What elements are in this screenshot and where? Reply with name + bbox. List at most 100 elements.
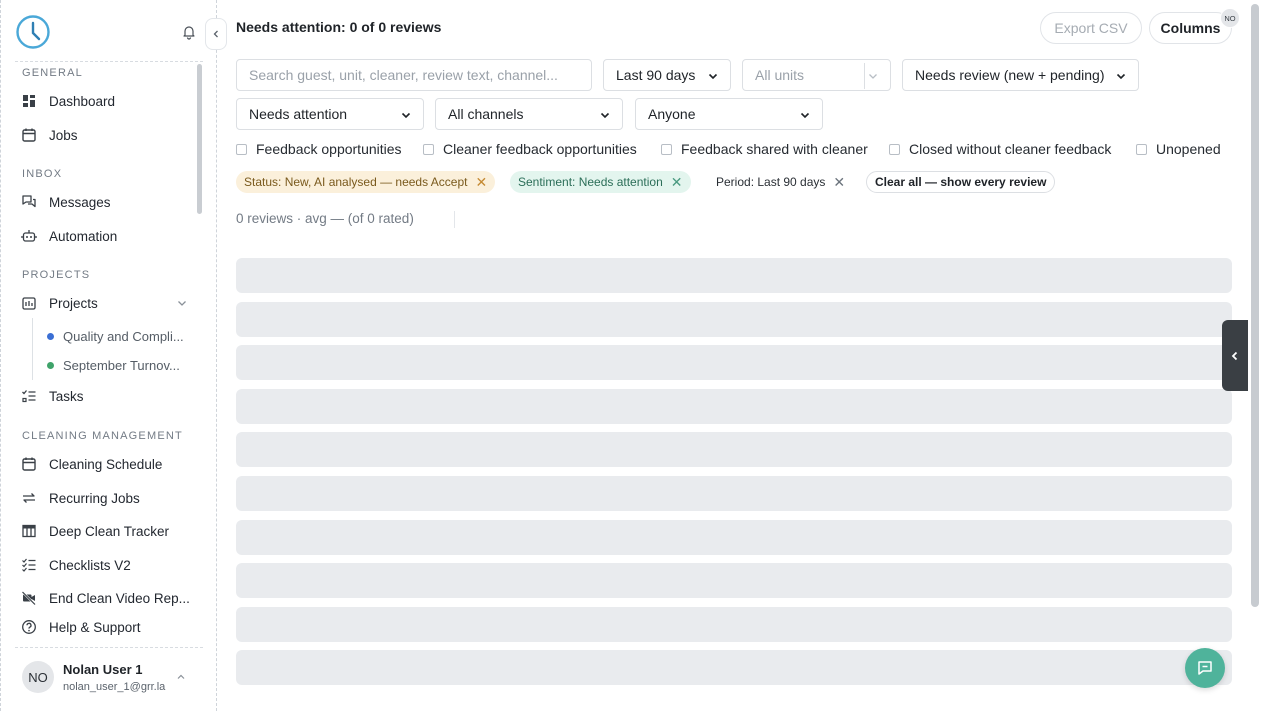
chevron-down-icon [800,112,810,119]
user-menu[interactable]: NO Nolan User 1 nolan_user_1@grr.la [15,647,203,705]
status-select[interactable]: Needs review (new + pending) [902,59,1139,91]
project-item-september[interactable]: September Turnov... [47,355,180,375]
skeleton-row [236,301,1232,337]
project-color-dot [47,361,54,369]
sidebar-item-label: End Clean Video Rep... [49,590,190,606]
sidebar-item-label: Messages [49,194,111,210]
channels-value: All channels [448,106,524,122]
user-name: Nolan User 1 [63,662,143,677]
checkbox[interactable] [661,143,672,155]
checkbox-unopened[interactable]: Unopened [1136,141,1221,157]
channels-select[interactable]: All channels [435,98,623,130]
sidebar-item-dashboard[interactable]: Dashboard [21,90,115,112]
sidebar-item-deep-clean-tracker[interactable]: Deep Clean Tracker [21,520,169,542]
collapse-sidebar-button[interactable] [205,18,227,50]
sidebar-item-label: Help & Support [49,619,141,635]
user-email: nolan_user_1@grr.la [63,681,166,693]
checkbox[interactable] [423,143,434,155]
chat-button[interactable] [1185,648,1225,688]
skeleton-row [236,650,1232,686]
skeleton-row [236,563,1232,599]
skeleton-row [236,258,1232,293]
checkbox-cleaner-feedback-opportunities[interactable]: Cleaner feedback opportunities [423,141,637,157]
clock-logo-icon[interactable] [15,14,51,50]
checkbox-feedback-shared[interactable]: Feedback shared with cleaner [661,141,868,157]
skeleton-row [236,345,1232,381]
units-select[interactable]: All units [742,59,891,91]
units-placeholder: All units [755,67,805,83]
sidebar-item-messages[interactable]: Messages [21,191,111,213]
chevron-down-icon [401,112,411,119]
sidebar-item-cleaning-schedule[interactable]: Cleaning Schedule [21,453,162,475]
checkbox-closed-without-feedback[interactable]: Closed without cleaner feedback [889,141,1111,157]
sidebar-item-recurring-jobs[interactable]: Recurring Jobs [21,487,140,509]
sidebar-item-checklists-v2[interactable]: Checklists V2 [21,554,131,576]
sidebar-item-tasks[interactable]: Tasks [21,385,84,407]
checkbox-feedback-opportunities[interactable]: Feedback opportunities [236,141,402,157]
checkbox-label: Feedback opportunities [256,141,402,157]
export-csv-button[interactable]: Export CSV [1040,12,1142,44]
avatar: NO [22,661,54,693]
close-icon[interactable]: ✕ [833,175,845,189]
robot-icon [21,230,37,242]
sidebar-item-help-support[interactable]: Help & Support [21,616,141,638]
chip-label: Sentiment: Needs attention [518,175,663,189]
sidebar-item-label: Cleaning Schedule [49,456,163,472]
search-placeholder: Search guest, unit, cleaner, review text… [249,67,558,83]
checkbox-label: Cleaner feedback opportunities [443,141,637,157]
section-cleaning: CLEANING MANAGEMENT [22,430,183,442]
skeleton-row [236,388,1232,424]
sidebar-divider [15,61,203,62]
tree-line [32,318,33,380]
sidebar-item-end-clean-video[interactable]: End Clean Video Rep... [21,587,190,609]
checkbox-label: Unopened [1156,141,1221,157]
checkbox[interactable] [236,143,247,155]
chevron-down-icon [708,73,718,80]
sidebar-item-label: Projects [49,295,98,311]
page-scrollbar[interactable] [1251,4,1259,607]
close-icon[interactable]: ✕ [475,175,487,189]
status-filter-chip: Status: New, AI analysed — needs Accept … [236,171,496,193]
side-panel-toggle[interactable] [1222,320,1248,391]
sidebar-scrollbar[interactable] [197,64,202,214]
messages-icon [22,195,36,208]
chevron-down-icon [600,112,610,119]
skeleton-row [236,476,1232,511]
skeleton-row [236,519,1232,555]
chip-label: Period: Last 90 days [716,175,826,189]
checkbox[interactable] [1136,143,1147,155]
sidebar-item-label: Tasks [49,388,84,404]
chevron-left-icon [213,30,218,38]
assignee-select[interactable]: Anyone [635,98,823,130]
repeat-icon [23,493,35,503]
checkbox[interactable] [889,143,900,155]
page-title: Needs attention: 0 of 0 reviews [236,19,442,35]
calendar-icon [22,128,36,142]
sentiment-select[interactable]: Needs attention [236,98,424,130]
close-icon[interactable]: ✕ [671,175,683,189]
sidebar: GENERAL Dashboard Jobs INBOX Messages Au… [0,0,217,711]
projects-icon [22,297,36,310]
bell-icon[interactable] [181,24,197,40]
sidebar-item-projects[interactable]: Projects [21,292,98,314]
review-count-summary: 0 reviews · avg — (of 0 rated) [236,211,414,226]
period-select[interactable]: Last 90 days [603,59,731,91]
sidebar-item-label: Checklists V2 [49,557,131,573]
checkbox-label: Feedback shared with cleaner [681,141,868,157]
chevron-down-icon[interactable] [176,297,188,309]
clear-all-button[interactable]: Clear all — show every review [866,171,1056,193]
sidebar-item-jobs[interactable]: Jobs [21,124,78,146]
dashboard-icon [23,95,35,107]
section-projects: PROJECTS [22,269,91,281]
checkbox-label: Closed without cleaner feedback [909,141,1112,157]
sidebar-item-label: Jobs [49,127,78,143]
search-input[interactable]: Search guest, unit, cleaner, review text… [236,59,592,91]
chevron-up-icon [177,674,185,679]
skeleton-row [236,606,1232,642]
project-item-label: September Turnov... [63,357,180,373]
status-value: Needs review (new + pending) [915,67,1105,83]
project-item-quality[interactable]: Quality and Compli... [47,326,184,346]
checklist-icon [22,558,36,572]
table-icon [22,524,36,538]
sidebar-item-automation[interactable]: Automation [21,225,117,247]
